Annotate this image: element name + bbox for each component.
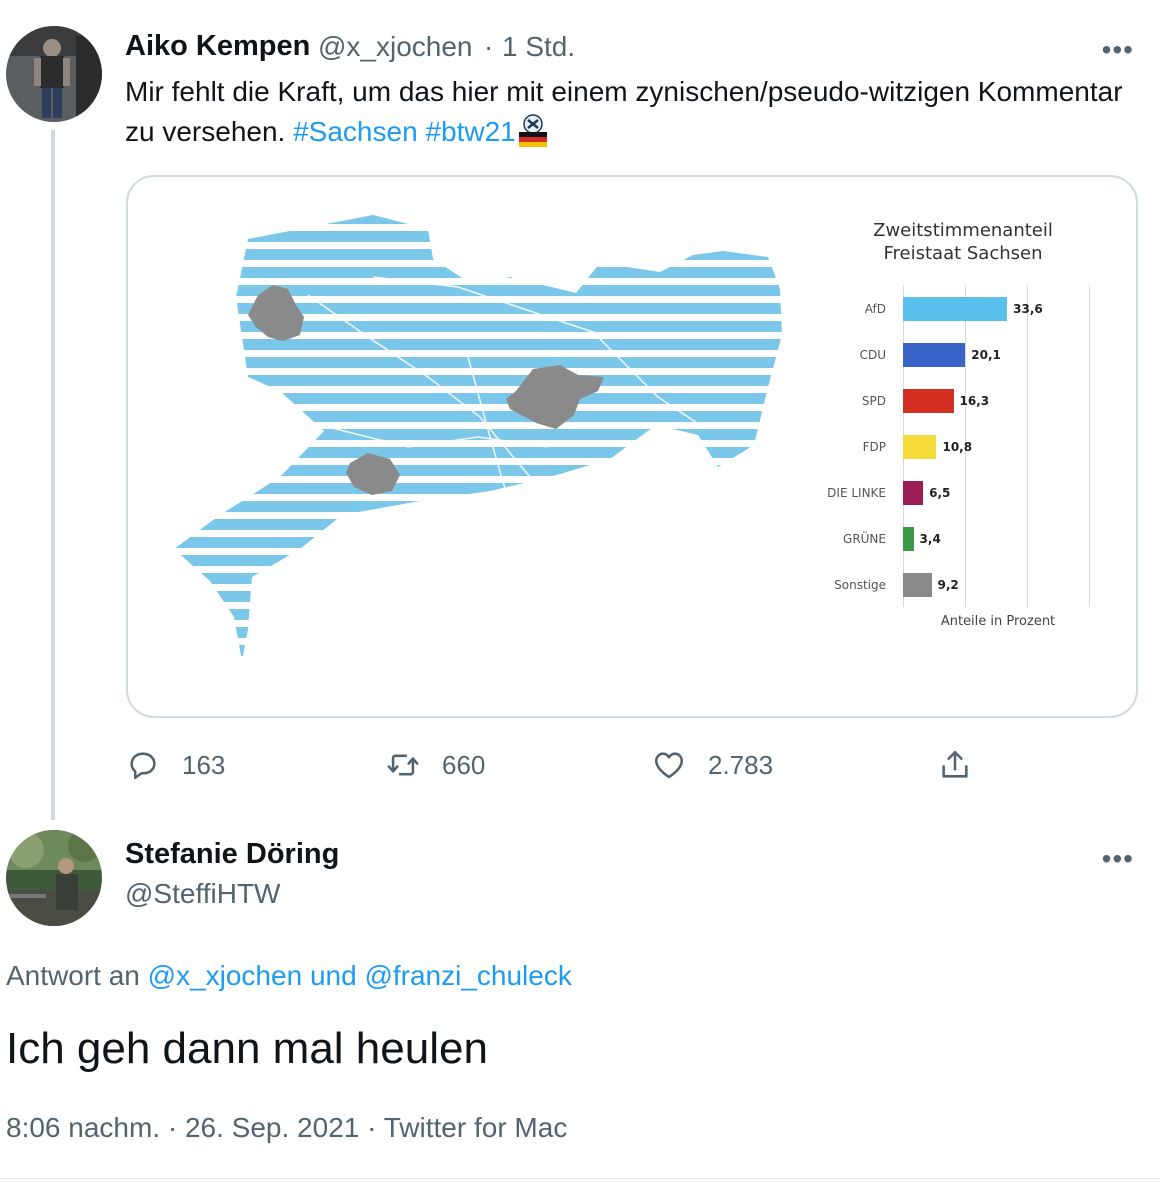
reply-icon	[130, 752, 156, 780]
bar	[903, 435, 937, 459]
tweet-text-body: Mir fehlt die Kraft, um das hier mit ein…	[125, 76, 1123, 147]
reply-mention-x-xjochen[interactable]: @x_xjochen	[148, 960, 303, 991]
bar-value-label: 9,2	[937, 578, 959, 592]
avatar-aiko-kempen[interactable]	[6, 26, 102, 122]
reply-mention-franzi-chuleck[interactable]: @franzi_chuleck	[364, 960, 571, 991]
bar-label: DIE LINKE	[827, 486, 886, 500]
bar-label: Sonstige	[834, 578, 886, 592]
like-count: 2.783	[708, 749, 774, 780]
thread-connector	[51, 130, 55, 820]
bar-label: AfD	[864, 302, 886, 316]
author-name[interactable]: Stefanie Döring	[125, 838, 339, 871]
retweet-count: 660	[442, 749, 486, 780]
tweet-media-image[interactable]: Zweitstimmenanteil Freistaat Sachsen AfD…	[126, 175, 1138, 718]
tweet-meta[interactable]: 8:06 nachm. · 26. Sep. 2021 · Twitter fo…	[6, 1112, 567, 1144]
reply-conjunction[interactable]: und	[310, 960, 357, 991]
bar-value-label: 10,8	[942, 440, 973, 454]
chart-gridline	[1027, 285, 1028, 607]
bar	[903, 527, 914, 551]
retweet-icon	[387, 754, 419, 776]
chart-title-line1: Zweitstimmenanteil	[873, 220, 1053, 241]
tweet-text: Mir fehlt die Kraft, um das hier mit ein…	[125, 72, 1125, 152]
like-button[interactable]: 2.783	[652, 745, 773, 785]
more-options-icon[interactable]: •••	[1102, 34, 1134, 66]
bar-label: GRÜNE	[843, 532, 886, 546]
heart-icon	[654, 752, 684, 779]
retweet-button[interactable]: 660	[386, 745, 485, 785]
tweet-time[interactable]: 1 Std.	[502, 31, 575, 63]
reply-count: 163	[182, 749, 226, 780]
bar-label: CDU	[859, 348, 886, 362]
chart-gridline	[1089, 285, 1090, 607]
bar-label: FDP	[862, 440, 886, 454]
hashtag-btw21[interactable]: #btw21	[425, 116, 515, 147]
bar	[903, 297, 1008, 321]
chart-title-line2: Freistaat Sachsen	[883, 243, 1043, 264]
author-name[interactable]: Aiko Kempen	[125, 30, 310, 63]
avatar-stefanie-doering[interactable]	[6, 830, 102, 926]
meta-separator: ·	[484, 31, 494, 62]
reply-prefix: Antwort an	[6, 960, 140, 991]
tweet-text: Ich geh dann mal heulen	[6, 1024, 488, 1073]
bar-value-label: 3,4	[919, 532, 941, 546]
bar	[903, 389, 954, 413]
share-button[interactable]	[938, 745, 994, 785]
election-flag-emoji-icon	[518, 114, 547, 147]
share-icon	[942, 750, 968, 778]
divider	[0, 1178, 1160, 1179]
bar-value-label: 33,6	[1013, 302, 1043, 316]
reply-context: Antwort an @x_xjochen und @franzi_chulec…	[6, 960, 572, 992]
bar-value-label: 20,1	[971, 348, 1001, 362]
bar	[903, 343, 966, 367]
bar	[903, 481, 924, 505]
bar-label: SPD	[861, 394, 886, 408]
bar	[903, 573, 932, 597]
chart-caption: Anteile in Prozent	[940, 614, 1056, 629]
bar-value-label: 6,5	[929, 486, 951, 500]
more-options-icon[interactable]: •••	[1102, 843, 1134, 875]
author-handle[interactable]: @x_xjochen	[318, 31, 473, 63]
bar-value-label: 16,3	[959, 394, 990, 408]
hashtag-sachsen[interactable]: #Sachsen	[293, 116, 418, 147]
chart-title: Zweitstimmenanteil Freistaat Sachsen	[848, 219, 1078, 265]
reply-button[interactable]: 163	[126, 745, 225, 785]
author-handle[interactable]: @SteffiHTW	[125, 878, 280, 910]
